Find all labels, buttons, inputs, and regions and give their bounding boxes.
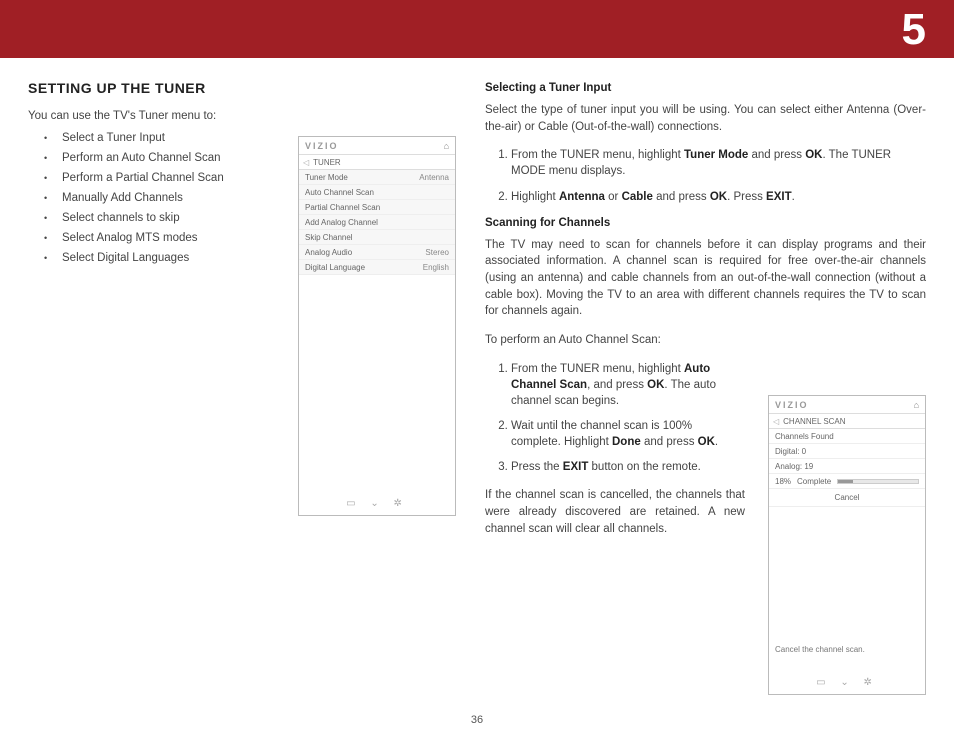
tv-menu-title: ◁TUNER	[299, 155, 455, 170]
menu-row-partial-scan: Partial Channel Scan	[299, 200, 455, 215]
row-analog-count: Analog: 19	[769, 459, 925, 474]
progress-label: Complete	[797, 477, 831, 486]
menu-row-tuner-mode: Tuner ModeAntenna	[299, 170, 455, 185]
steps-selecting: From the TUNER menu, highlight Tuner Mod…	[485, 147, 926, 204]
vizio-logo: VIZIO	[305, 141, 339, 151]
body-text: The TV may need to scan for channels bef…	[485, 237, 926, 320]
step-item: From the TUNER menu, highlight Tuner Mod…	[511, 147, 926, 179]
row-cancel: Cancel	[769, 489, 925, 507]
progress-bar	[837, 479, 919, 484]
progress-fill	[838, 480, 852, 483]
subheading-scanning: Scanning for Channels	[485, 217, 926, 229]
menu-row-auto-scan: Auto Channel Scan	[299, 185, 455, 200]
section-heading: SETTING UP THE TUNER	[28, 80, 453, 96]
tv-footer-icons: ▭ ⌄ ✲	[299, 498, 455, 509]
step-item: From the TUNER menu, highlight Auto Chan…	[511, 361, 745, 409]
menu-row-analog-audio: Analog AudioStereo	[299, 245, 455, 260]
home-icon: ⌂	[914, 400, 919, 410]
tv-footer-icons: ▭ ⌄ ✲	[769, 677, 925, 688]
body-text: To perform an Auto Channel Scan:	[485, 332, 926, 349]
row-channels-found: Channels Found	[769, 429, 925, 444]
tv-menu-title: ◁CHANNEL SCAN	[769, 414, 925, 429]
tv-header: VIZIO ⌂	[769, 396, 925, 414]
home-icon: ⌂	[444, 141, 449, 151]
tv-menu-channel-scan: VIZIO ⌂ ◁CHANNEL SCAN Channels Found Dig…	[768, 395, 926, 695]
vizio-logo: VIZIO	[775, 400, 809, 410]
header-bar: 5	[0, 0, 954, 58]
menu-row-skip: Skip Channel	[299, 230, 455, 245]
row-digital-count: Digital: 0	[769, 444, 925, 459]
steps-scan: From the TUNER menu, highlight Auto Chan…	[485, 361, 745, 476]
step-item: Highlight Antenna or Cable and press OK.…	[511, 189, 926, 205]
body-text: If the channel scan is cancelled, the ch…	[485, 487, 745, 537]
menu-row-add-analog: Add Analog Channel	[299, 215, 455, 230]
tv-note: Cancel the channel scan.	[775, 645, 865, 654]
back-icon: ◁	[773, 417, 779, 426]
page-number: 36	[0, 714, 954, 726]
tv-menu-tuner: VIZIO ⌂ ◁TUNER Tuner ModeAntenna Auto Ch…	[298, 136, 456, 516]
tv-header: VIZIO ⌂	[299, 137, 455, 155]
step-item: Wait until the channel scan is 100% comp…	[511, 418, 745, 450]
chapter-number: 5	[902, 5, 926, 55]
subheading-selecting: Selecting a Tuner Input	[485, 82, 926, 94]
back-icon: ◁	[303, 158, 309, 167]
row-progress: 18% Complete	[769, 474, 925, 489]
menu-row-digital-lang: Digital LanguageEnglish	[299, 260, 455, 275]
progress-percent: 18%	[775, 477, 791, 486]
step-item: Press the EXIT button on the remote.	[511, 459, 745, 475]
intro-text: You can use the TV's Tuner menu to:	[28, 110, 453, 122]
body-text: Select the type of tuner input you will …	[485, 102, 926, 135]
